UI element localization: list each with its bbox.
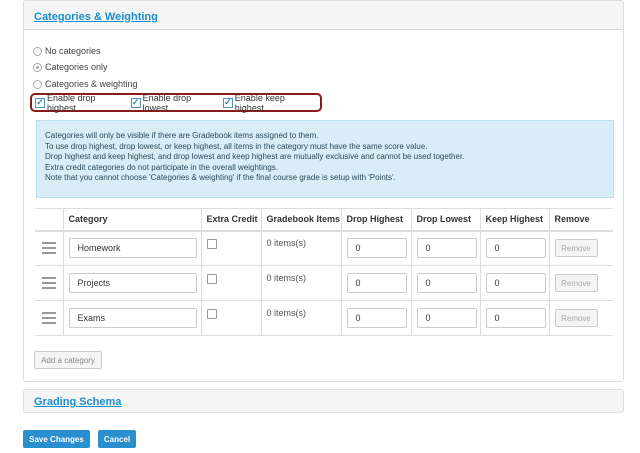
remove-button[interactable]: Remove: [554, 309, 598, 327]
radio-label: Categories only: [45, 62, 108, 72]
categories-weighting-title[interactable]: Categories & Weighting: [34, 11, 158, 23]
category-cell: Exams: [62, 300, 201, 336]
info-line: Categories will only be visible if there…: [45, 131, 319, 140]
keep-highest-cell: 0: [479, 230, 549, 266]
column-header-keep-highest: Keep Highest: [479, 208, 549, 232]
drag-handle-icon[interactable]: [42, 277, 56, 289]
gradebook-items-count: 0 items(s): [266, 238, 307, 249]
drop-highest-cell: 0: [340, 265, 411, 301]
categories-panel-header[interactable]: Categories & Weighting: [24, 1, 623, 30]
drop-highest-cell: 0: [340, 300, 411, 336]
table-row: Exams 0 items(s) 0 0 0 Remove: [35, 300, 613, 336]
drag-handle-icon[interactable]: [42, 242, 56, 255]
radio-icon[interactable]: [33, 79, 42, 89]
drop-lowest-input[interactable]: 0: [416, 308, 477, 328]
gradebook-items-cell: 0 items(s): [260, 265, 341, 301]
gradebook-items-count: 0 items(s): [266, 308, 307, 318]
radio-icon[interactable]: [33, 46, 42, 56]
grading-schema-panel[interactable]: Grading Schema: [23, 389, 624, 413]
gradebook-items-count: 0 items(s): [266, 273, 307, 283]
radio-icon[interactable]: [33, 62, 42, 72]
info-line: Note that you cannot choose 'Categories …: [45, 173, 396, 182]
keep-highest-input[interactable]: 0: [485, 238, 546, 259]
category-name-input[interactable]: Exams: [68, 308, 197, 328]
drop-lowest-input[interactable]: 0: [416, 238, 477, 259]
radio-categories-only[interactable]: Categories only: [33, 61, 108, 73]
keep-highest-cell: 0: [479, 300, 549, 336]
drag-handle-icon[interactable]: [42, 312, 56, 324]
checkbox-checked-icon[interactable]: ✓: [35, 97, 45, 108]
add-category-button[interactable]: Add a category: [34, 351, 102, 369]
remove-button[interactable]: Remove: [554, 274, 598, 292]
radio-categories-weighting[interactable]: Categories & weighting: [33, 78, 138, 90]
category-name-input[interactable]: Projects: [68, 273, 197, 293]
drag-handle-cell[interactable]: [35, 265, 63, 301]
category-name-input[interactable]: Homework: [68, 238, 197, 259]
category-cell: Homework: [62, 230, 201, 266]
remove-button[interactable]: Remove: [554, 239, 598, 258]
table-header-row: Category Extra Credit Gradebook Items Dr…: [35, 208, 613, 232]
drag-handle-cell[interactable]: [35, 230, 63, 266]
radio-label: No categories: [45, 46, 101, 56]
drop-highest-cell: 0: [340, 230, 411, 266]
checkbox-checked-icon[interactable]: ✓: [222, 97, 233, 108]
extra-credit-checkbox[interactable]: [206, 274, 217, 284]
info-alert: Categories will only be visible if there…: [36, 120, 614, 198]
extra-credit-checkbox[interactable]: [206, 309, 217, 319]
radio-label: Categories & weighting: [45, 79, 138, 89]
remove-cell: Remove: [548, 265, 613, 301]
enable-drop-highest-label: Enable drop highest: [46, 92, 96, 113]
enable-keep-highest-option[interactable]: ✓ Enable keep highest: [222, 92, 316, 113]
remove-cell: Remove: [548, 230, 613, 266]
enable-options-highlight: ✓ Enable drop highest ✓ Enable drop lowe…: [30, 92, 322, 113]
column-header-category: Category: [62, 208, 201, 232]
column-header-gradebook-items: Gradebook Items: [260, 208, 341, 232]
extra-credit-cell: [200, 265, 261, 301]
drop-highest-input[interactable]: 0: [346, 238, 407, 259]
enable-keep-highest-label: Enable keep highest: [234, 92, 285, 113]
enable-drop-highest-option[interactable]: ✓ Enable drop highest: [35, 93, 127, 113]
gradebook-items-cell: 0 items(s): [260, 300, 341, 336]
drag-column-header: [35, 208, 63, 232]
enable-drop-lowest-option[interactable]: ✓ Enable drop lowest: [130, 92, 219, 113]
drop-highest-input[interactable]: 0: [346, 308, 407, 328]
keep-highest-cell: 0: [479, 265, 549, 301]
info-line: To use drop highest, drop lowest, or kee…: [45, 141, 428, 151]
keep-highest-input[interactable]: 0: [485, 308, 546, 328]
grading-schema-title[interactable]: Grading Schema: [34, 396, 121, 408]
checkbox-checked-icon[interactable]: ✓: [130, 97, 141, 108]
drop-highest-input[interactable]: 0: [346, 273, 407, 293]
keep-highest-input[interactable]: 0: [485, 273, 546, 293]
drop-lowest-input[interactable]: 0: [416, 273, 477, 293]
extra-credit-cell: [200, 300, 261, 336]
drag-handle-cell[interactable]: [35, 300, 63, 336]
extra-credit-checkbox[interactable]: [206, 239, 217, 250]
save-changes-button[interactable]: Save Changes: [23, 430, 90, 448]
enable-drop-lowest-label: Enable drop lowest: [142, 92, 192, 113]
gradebook-items-cell: 0 items(s): [260, 230, 341, 266]
column-header-remove: Remove: [548, 208, 613, 232]
drop-lowest-cell: 0: [410, 265, 480, 301]
info-line: Drop highest and keep highest, and drop …: [45, 152, 465, 161]
column-header-drop-highest: Drop Highest: [340, 208, 411, 232]
radio-no-categories[interactable]: No categories: [33, 45, 101, 57]
remove-cell: Remove: [548, 300, 613, 336]
info-line: Extra credit categories do not participa…: [45, 162, 279, 172]
extra-credit-cell: [200, 230, 261, 266]
cancel-button[interactable]: Cancel: [98, 430, 136, 448]
table-row: Homework 0 items(s) 0 0 0 Remove: [35, 230, 613, 266]
category-cell: Projects: [62, 265, 201, 301]
column-header-drop-lowest: Drop Lowest: [410, 208, 480, 232]
categories-table: Category Extra Credit Gradebook Items Dr…: [35, 208, 613, 336]
drop-lowest-cell: 0: [410, 230, 480, 266]
drop-lowest-cell: 0: [410, 300, 480, 336]
column-header-extra-credit: Extra Credit: [200, 208, 261, 232]
table-row: Projects 0 items(s) 0 0 0 Remove: [35, 265, 613, 301]
